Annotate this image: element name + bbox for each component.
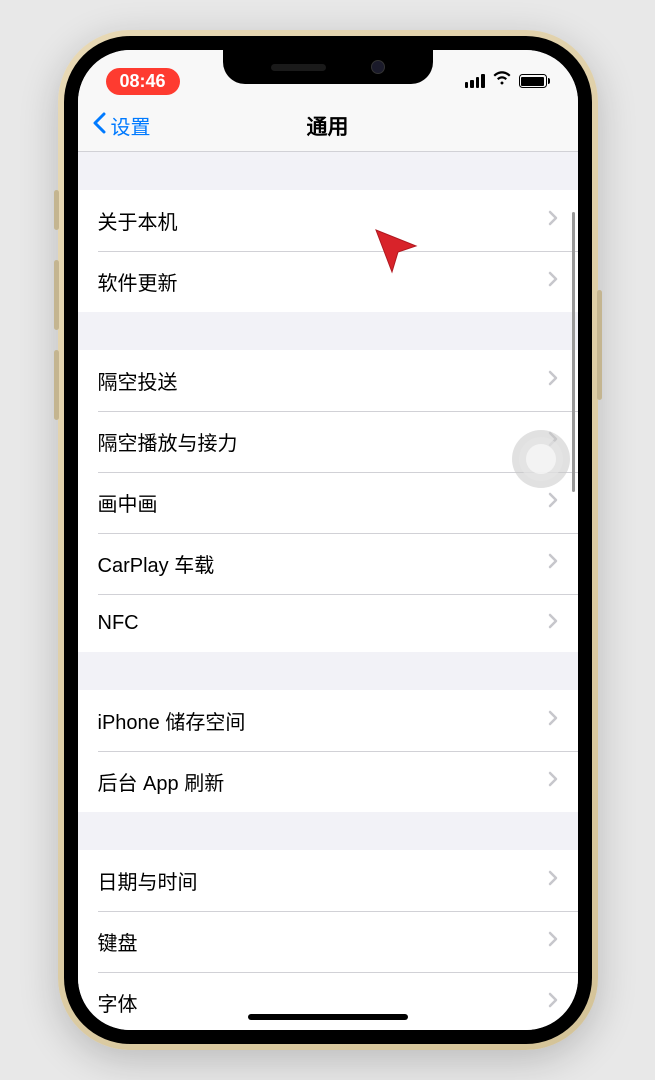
- volume-down-button: [54, 350, 59, 420]
- settings-row-storage[interactable]: iPhone 储存空间: [78, 690, 578, 751]
- chevron-right-icon: [548, 931, 558, 952]
- settings-row-datetime[interactable]: 日期与时间: [78, 850, 578, 911]
- screen: 08:46: [78, 50, 578, 1030]
- row-label: 关于本机: [98, 206, 178, 235]
- notch: [223, 50, 433, 84]
- phone-device-frame: 08:46: [58, 30, 598, 1050]
- speaker-grille: [271, 64, 326, 71]
- front-camera: [371, 60, 385, 74]
- row-label: 软件更新: [98, 267, 178, 296]
- settings-row-fonts[interactable]: 字体: [78, 972, 578, 1030]
- settings-row-pip[interactable]: 画中画: [78, 472, 578, 533]
- mute-switch: [54, 190, 59, 230]
- settings-row-nfc[interactable]: NFC: [78, 594, 578, 652]
- settings-group: 关于本机 软件更新: [78, 190, 578, 312]
- row-label: 后台 App 刷新: [98, 767, 225, 796]
- row-label: CarPlay 车载: [98, 549, 215, 578]
- settings-row-keyboard[interactable]: 键盘: [78, 911, 578, 972]
- row-label: NFC: [98, 612, 139, 635]
- volume-up-button: [54, 260, 59, 330]
- scroll-indicator: [572, 212, 575, 492]
- chevron-left-icon: [92, 112, 106, 140]
- assistive-touch-center: [526, 444, 556, 474]
- row-label: 字体: [98, 988, 138, 1017]
- settings-group: 日期与时间 键盘 字体 语言与地区: [78, 850, 578, 1030]
- row-label: 键盘: [98, 927, 138, 956]
- row-label: 隔空播放与接力: [98, 427, 238, 456]
- battery-icon: [519, 74, 550, 88]
- chevron-right-icon: [548, 210, 558, 231]
- settings-row-software-update[interactable]: 软件更新: [78, 251, 578, 312]
- home-indicator[interactable]: [248, 1014, 408, 1020]
- row-label: 隔空投送: [98, 366, 178, 395]
- recording-time-pill[interactable]: 08:46: [106, 68, 180, 95]
- row-label: 画中画: [98, 488, 158, 517]
- settings-content[interactable]: 关于本机 软件更新 隔空投送 隔空播放与接力: [78, 152, 578, 1030]
- assistive-touch-inner: [519, 437, 563, 481]
- back-label: 设置: [111, 111, 151, 140]
- chevron-right-icon: [548, 492, 558, 513]
- settings-group: iPhone 储存空间 后台 App 刷新: [78, 690, 578, 812]
- chevron-right-icon: [548, 613, 558, 634]
- settings-group: 隔空投送 隔空播放与接力 画中画 CarPlay 车载: [78, 350, 578, 652]
- page-title: 通用: [307, 111, 349, 141]
- row-label: 日期与时间: [98, 866, 198, 895]
- wifi-icon: [492, 71, 512, 92]
- chevron-right-icon: [548, 992, 558, 1013]
- chevron-right-icon: [548, 870, 558, 891]
- settings-row-airplay[interactable]: 隔空播放与接力: [78, 411, 578, 472]
- phone-bezel: 08:46: [64, 36, 592, 1044]
- chevron-right-icon: [548, 710, 558, 731]
- chevron-right-icon: [548, 553, 558, 574]
- chevron-right-icon: [548, 271, 558, 292]
- assistive-touch-button[interactable]: [512, 430, 570, 488]
- settings-row-about[interactable]: 关于本机: [78, 190, 578, 251]
- status-icons: [465, 71, 550, 92]
- chevron-right-icon: [548, 370, 558, 391]
- cellular-signal-icon: [465, 74, 485, 88]
- power-button: [597, 290, 602, 400]
- settings-row-carplay[interactable]: CarPlay 车载: [78, 533, 578, 594]
- row-label: iPhone 储存空间: [98, 706, 246, 735]
- settings-row-airdrop[interactable]: 隔空投送: [78, 350, 578, 411]
- settings-row-background-refresh[interactable]: 后台 App 刷新: [78, 751, 578, 812]
- back-button[interactable]: 设置: [92, 111, 151, 140]
- navigation-bar: 设置 通用: [78, 100, 578, 152]
- chevron-right-icon: [548, 771, 558, 792]
